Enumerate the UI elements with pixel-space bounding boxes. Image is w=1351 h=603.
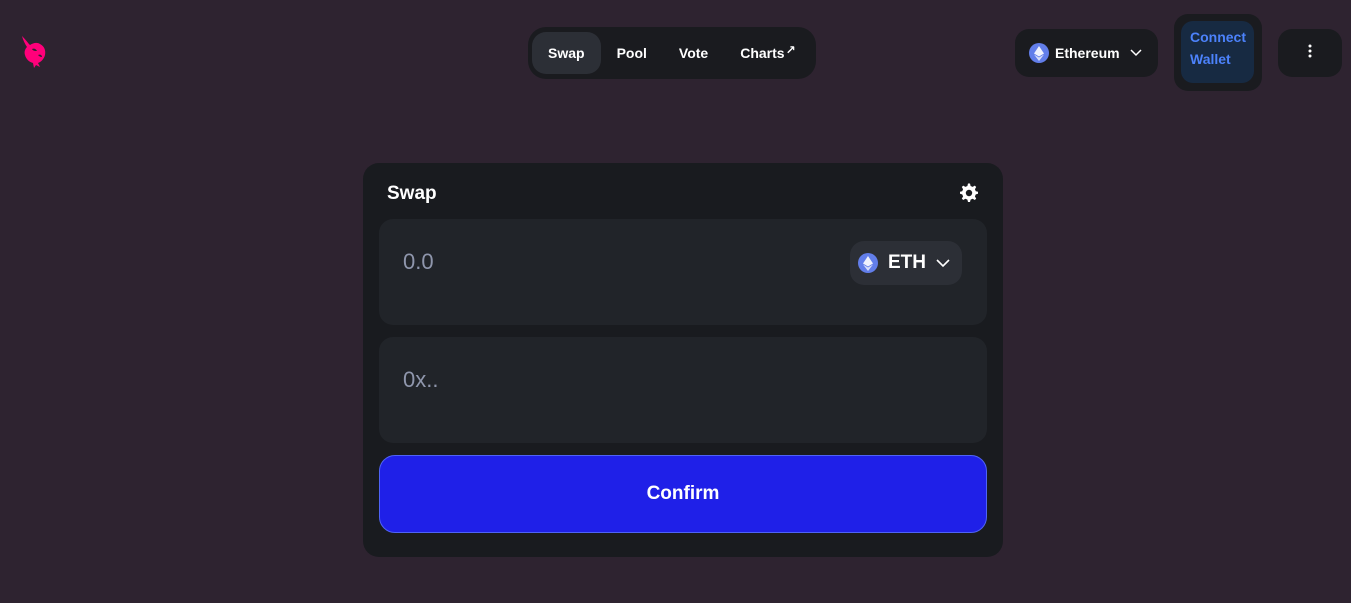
- nav-vote-label: Vote: [678, 45, 709, 61]
- uniswap-logo-icon[interactable]: [18, 34, 52, 70]
- gear-icon[interactable]: [959, 183, 979, 203]
- connect-wallet-button[interactable]: Connect Wallet: [1181, 21, 1254, 83]
- address-field: [379, 337, 987, 443]
- connect-wallet-container: Connect Wallet: [1174, 14, 1262, 91]
- connect-wallet-label-line1: Connect: [1190, 29, 1246, 45]
- nav-pool[interactable]: Pool: [601, 32, 663, 74]
- chevron-down-icon: [1130, 49, 1142, 57]
- swap-title: Swap: [387, 183, 437, 204]
- network-label: Ethereum: [1055, 45, 1120, 61]
- more-vertical-icon: [1308, 44, 1312, 63]
- external-link-icon: ↗: [785, 43, 796, 57]
- token-symbol: ETH: [888, 252, 926, 273]
- app-root: Swap Pool Vote Charts ↗ Ethereum Connect…: [0, 0, 1351, 603]
- chevron-down-icon: [936, 258, 950, 268]
- nav-swap[interactable]: Swap: [532, 32, 601, 74]
- confirm-button[interactable]: Confirm: [379, 455, 987, 533]
- nav-charts[interactable]: Charts ↗: [724, 32, 811, 74]
- nav-swap-label: Swap: [548, 45, 585, 61]
- nav-vote[interactable]: Vote: [663, 32, 724, 74]
- connect-wallet-label-line2: Wallet: [1190, 51, 1231, 67]
- amount-field: ETH: [379, 219, 987, 325]
- more-menu-button[interactable]: [1278, 29, 1342, 77]
- main-nav: Swap Pool Vote Charts ↗: [528, 27, 816, 79]
- swap-card: Swap ETH: [363, 163, 1003, 557]
- amount-input[interactable]: [403, 247, 823, 277]
- confirm-label: Confirm: [646, 483, 720, 504]
- nav-charts-label: Charts: [740, 45, 785, 61]
- ethereum-icon: [858, 253, 878, 273]
- nav-pool-label: Pool: [616, 45, 647, 61]
- token-select-button[interactable]: ETH: [850, 241, 962, 285]
- network-selector[interactable]: Ethereum: [1015, 29, 1158, 77]
- ethereum-icon: [1029, 43, 1049, 63]
- recipient-address-input[interactable]: [403, 365, 823, 395]
